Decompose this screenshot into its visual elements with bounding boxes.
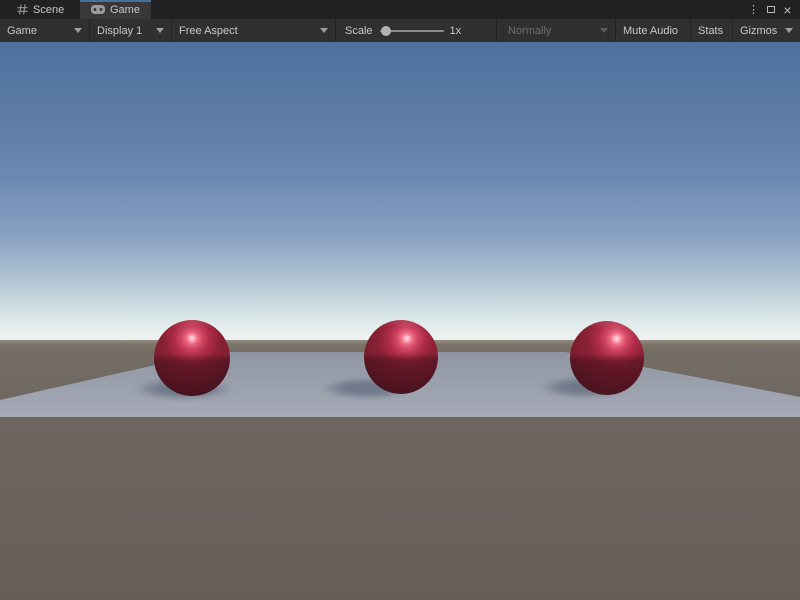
maximize-icon[interactable] — [762, 0, 779, 19]
tab-label: Scene — [33, 4, 64, 16]
tab-bar: Scene Game ⋮ × — [0, 0, 800, 19]
aspect-ratio-label: Free Aspect — [179, 25, 238, 37]
red-sphere — [570, 321, 644, 395]
scale-control: Scale 1x — [336, 19, 497, 42]
grid-icon — [17, 4, 28, 15]
scale-slider[interactable] — [380, 25, 444, 37]
mute-audio-label: Mute Audio — [623, 25, 678, 37]
chevron-down-icon — [156, 28, 164, 33]
tab-scene[interactable]: Scene — [0, 0, 80, 19]
view-mode-label: Game — [7, 25, 37, 37]
tab-game[interactable]: Game — [80, 0, 151, 19]
game-toolbar: Game Display 1 Free Aspect Scale 1x Norm… — [0, 19, 800, 42]
gizmos-dropdown[interactable]: Gizmos — [733, 19, 800, 42]
red-sphere — [154, 320, 230, 396]
gizmos-label: Gizmos — [740, 25, 777, 37]
chevron-down-icon — [600, 28, 608, 33]
chevron-down-icon — [74, 28, 82, 33]
slider-knob[interactable] — [381, 26, 391, 36]
mute-audio-button[interactable]: Mute Audio — [616, 19, 691, 42]
display-dropdown[interactable]: Display 1 — [90, 19, 172, 42]
maximize-on-play-dropdown: Normally — [497, 19, 616, 42]
scale-value: 1x — [450, 25, 462, 37]
window-controls: ⋮ × — [745, 0, 800, 19]
red-sphere — [364, 320, 438, 394]
maximize-on-play-label: Normally — [508, 25, 551, 37]
view-mode-dropdown[interactable]: Game — [0, 19, 90, 42]
aspect-ratio-dropdown[interactable]: Free Aspect — [172, 19, 336, 42]
chevron-down-icon — [785, 28, 793, 33]
unity-game-view-window: Scene Game ⋮ × Game Display 1 — [0, 0, 800, 600]
tab-label: Game — [110, 4, 140, 16]
sky — [0, 42, 800, 340]
scale-label: Scale — [345, 25, 373, 37]
stats-button[interactable]: Stats — [691, 19, 733, 42]
gamepad-icon — [91, 5, 105, 14]
display-label: Display 1 — [97, 25, 142, 37]
close-icon[interactable]: × — [779, 0, 796, 19]
menu-icon[interactable]: ⋮ — [745, 0, 762, 19]
stats-label: Stats — [698, 25, 723, 37]
chevron-down-icon — [320, 28, 328, 33]
game-viewport[interactable] — [0, 0, 800, 600]
